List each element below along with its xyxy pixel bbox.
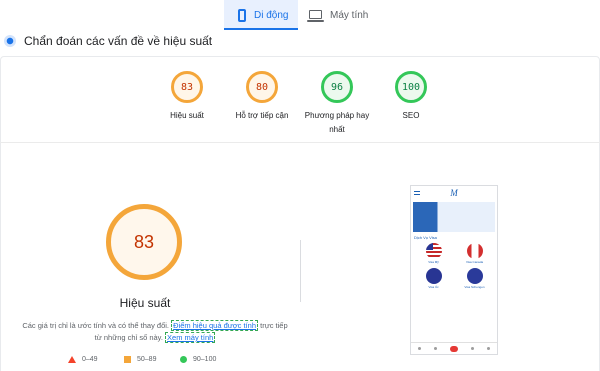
score-label: SEO bbox=[402, 111, 420, 120]
nav-dot-icon bbox=[487, 347, 491, 350]
country-name: Visa Canada bbox=[465, 260, 484, 264]
circle-icon bbox=[180, 356, 187, 363]
laptop-icon bbox=[307, 9, 324, 22]
country-card: Visa Canada bbox=[456, 243, 493, 264]
us-flag-icon bbox=[425, 243, 442, 259]
score-gauge-best-practices[interactable]: 96 Phương pháp hay nhất bbox=[300, 71, 374, 137]
canada-flag-icon bbox=[466, 243, 483, 259]
section-title: Chẩn đoán các vấn đề về hiệu suất bbox=[24, 34, 213, 48]
device-tabs: Di động Máy tính bbox=[0, 0, 600, 30]
country-card: Visa Schengen bbox=[456, 268, 493, 289]
country-card: Visa Úc bbox=[415, 268, 452, 289]
score-ring: 96 bbox=[321, 71, 353, 103]
diagnostics-icon bbox=[4, 35, 16, 47]
australia-flag-icon bbox=[425, 268, 442, 284]
triangle-icon bbox=[68, 356, 76, 363]
screenshot-country-grid: Visa Mỹ Visa Canada Visa Úc Visa Schenge… bbox=[411, 243, 497, 289]
score-calc-link[interactable]: Điểm hiệu quả được tính bbox=[171, 320, 259, 331]
screenshot-header: M bbox=[411, 186, 497, 200]
score-label: Phương pháp hay nhất bbox=[304, 111, 370, 134]
score-ring: 80 bbox=[246, 71, 278, 103]
nav-dot-icon bbox=[417, 347, 421, 350]
nav-dot-icon bbox=[471, 347, 475, 350]
screenshot-section-title: Dịch Vụ Visa bbox=[414, 235, 437, 240]
score-gauge-seo[interactable]: 100 SEO bbox=[384, 71, 438, 123]
legend-fail-label: 0–49 bbox=[82, 356, 98, 363]
note-text: Các giá trị chỉ là ước tính và có thể th… bbox=[22, 321, 170, 330]
country-name: Visa Úc bbox=[428, 285, 439, 289]
legend-fail: 0–49 bbox=[68, 356, 98, 363]
performance-score-label: Hiệu suất bbox=[119, 296, 171, 310]
score-ring: 100 bbox=[395, 71, 427, 103]
legend-average-label: 50–89 bbox=[137, 356, 157, 363]
score-legend: 0–49 50–89 90–100 bbox=[0, 356, 300, 368]
legend-pass: 90–100 bbox=[180, 356, 216, 363]
country-name: Visa Schengen bbox=[464, 285, 485, 289]
score-ring: 83 bbox=[171, 71, 203, 103]
score-label: Hiệu suất bbox=[170, 111, 204, 120]
tab-desktop[interactable]: Máy tính bbox=[306, 0, 376, 30]
score-label: Hỗ trợ tiếp cận bbox=[235, 111, 289, 120]
section-header: Chẩn đoán các vấn đề về hiệu suất bbox=[0, 31, 600, 51]
screenshot-bottom-bar bbox=[411, 342, 497, 354]
tab-mobile-label: Di động bbox=[254, 9, 289, 21]
country-card: Visa Mỹ bbox=[415, 243, 452, 264]
screenshot-banner bbox=[413, 202, 495, 232]
country-name: Visa Mỹ bbox=[428, 260, 439, 264]
site-logo: M bbox=[450, 188, 458, 198]
score-gauge-performance[interactable]: 83 Hiệu suất bbox=[160, 71, 214, 123]
page-screenshot: M Dịch Vụ Visa Visa Mỹ Visa Canada Visa … bbox=[410, 185, 498, 355]
nav-dot-icon bbox=[433, 347, 437, 350]
estimate-note: Các giá trị chỉ là ước tính và có thể th… bbox=[20, 320, 290, 344]
phone-icon bbox=[238, 8, 246, 22]
square-icon bbox=[124, 356, 131, 363]
call-icon bbox=[449, 345, 458, 352]
eu-flag-icon bbox=[466, 268, 483, 284]
legend-average: 50–89 bbox=[124, 356, 156, 363]
view-calculator-link[interactable]: Xem máy tính bbox=[165, 332, 216, 343]
tab-mobile[interactable]: Di động bbox=[224, 0, 298, 30]
vertical-divider bbox=[300, 240, 301, 302]
menu-icon bbox=[414, 191, 420, 195]
card-divider bbox=[0, 142, 600, 143]
performance-score-gauge: 83 bbox=[106, 204, 182, 280]
tab-desktop-label: Máy tính bbox=[330, 9, 369, 21]
legend-pass-label: 90–100 bbox=[193, 356, 217, 363]
score-gauge-accessibility[interactable]: 80 Hỗ trợ tiếp cận bbox=[230, 71, 294, 123]
